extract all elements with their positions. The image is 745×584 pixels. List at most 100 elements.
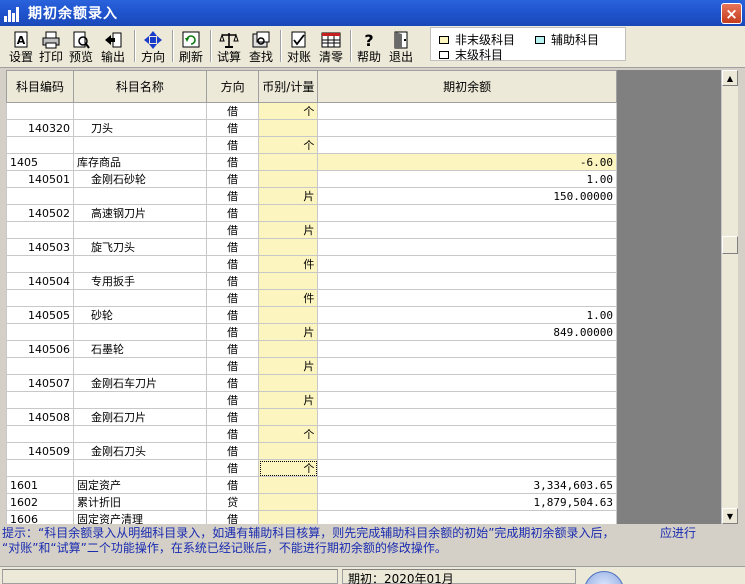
- cell-direction[interactable]: 借: [205, 221, 260, 239]
- cell-name[interactable]: 库存商品: [73, 153, 207, 171]
- cell-amount[interactable]: [317, 204, 617, 222]
- cell-direction[interactable]: 借: [205, 459, 260, 477]
- cell-amount[interactable]: 1.00: [317, 306, 617, 324]
- cell-direction[interactable]: 借: [205, 476, 260, 494]
- cell-unit[interactable]: 个: [258, 102, 319, 120]
- cell-code[interactable]: [6, 255, 74, 273]
- cell-direction[interactable]: 借: [205, 204, 260, 222]
- cell-unit[interactable]: [258, 493, 319, 511]
- cell-unit[interactable]: [258, 272, 319, 290]
- cell-code[interactable]: 140504: [6, 272, 74, 290]
- cell-amount[interactable]: [317, 459, 617, 477]
- cell-code[interactable]: 140508: [6, 408, 74, 426]
- cell-unit[interactable]: 个: [258, 136, 319, 154]
- cell-unit[interactable]: [258, 153, 319, 171]
- table-row[interactable]: 1602 累计折旧贷 1,879,504.63: [6, 493, 617, 511]
- cell-amount[interactable]: 1.00: [317, 170, 617, 188]
- cell-code[interactable]: 140506: [6, 340, 74, 358]
- cell-unit[interactable]: [258, 204, 319, 222]
- cell-direction[interactable]: 借: [205, 238, 260, 256]
- cell-direction[interactable]: 借: [205, 425, 260, 443]
- cell-direction[interactable]: 借: [205, 136, 260, 154]
- table-row[interactable]: 140503 旋飞刀头借: [6, 238, 617, 256]
- cell-name[interactable]: [73, 136, 207, 154]
- cell-name[interactable]: 金刚石刀头: [73, 442, 207, 460]
- cell-unit[interactable]: [258, 374, 319, 392]
- cell-code[interactable]: [6, 289, 74, 307]
- cell-code[interactable]: 140505: [6, 306, 74, 324]
- cell-amount[interactable]: [317, 221, 617, 239]
- header-amount[interactable]: 期初余额: [317, 70, 617, 103]
- cell-amount[interactable]: [317, 391, 617, 409]
- cell-unit[interactable]: 片: [258, 357, 319, 375]
- table-row[interactable]: 借个: [6, 102, 617, 120]
- table-row[interactable]: 140502 高速钢刀片借: [6, 204, 617, 222]
- cell-amount[interactable]: [317, 136, 617, 154]
- table-row[interactable]: 140501 金刚石砂轮借 1.00: [6, 170, 617, 188]
- cell-name[interactable]: 砂轮: [73, 306, 207, 324]
- cell-code[interactable]: 1602: [6, 493, 74, 511]
- cell-name[interactable]: 累计折旧: [73, 493, 207, 511]
- cell-code[interactable]: 1405: [6, 153, 74, 171]
- cell-name[interactable]: 石墨轮: [73, 340, 207, 358]
- cell-name[interactable]: 专用扳手: [73, 272, 207, 290]
- cell-unit[interactable]: [258, 476, 319, 494]
- table-row[interactable]: 1405 库存商品借 -6.00: [6, 153, 617, 171]
- cell-amount[interactable]: [317, 272, 617, 290]
- cell-code[interactable]: 140507: [6, 374, 74, 392]
- cell-code[interactable]: [6, 221, 74, 239]
- preview-button[interactable]: 预览: [68, 28, 94, 64]
- cell-direction[interactable]: 借: [205, 408, 260, 426]
- header-code[interactable]: 科目编码: [6, 70, 74, 103]
- table-row[interactable]: 借件: [6, 289, 617, 307]
- table-row[interactable]: 140507 金刚石车刀片借: [6, 374, 617, 392]
- export-button[interactable]: 输出: [100, 28, 126, 64]
- scroll-thumb[interactable]: [722, 236, 738, 254]
- table-row[interactable]: 140506 石墨轮借: [6, 340, 617, 358]
- cell-direction[interactable]: 借: [205, 340, 260, 358]
- cell-unit[interactable]: [258, 119, 319, 137]
- cell-direction[interactable]: 借: [205, 391, 260, 409]
- cell-unit[interactable]: 片: [258, 221, 319, 239]
- cell-unit[interactable]: [258, 408, 319, 426]
- table-row[interactable]: 140505 砂轮借 1.00: [6, 306, 617, 324]
- cell-name[interactable]: 金刚石砂轮: [73, 170, 207, 188]
- exit-button[interactable]: 退出: [388, 28, 414, 64]
- cell-unit[interactable]: [258, 306, 319, 324]
- table-row[interactable]: 140504 专用扳手借: [6, 272, 617, 290]
- cell-name[interactable]: [73, 357, 207, 375]
- cell-direction[interactable]: 借: [205, 119, 260, 137]
- cell-name[interactable]: 固定资产: [73, 476, 207, 494]
- close-button[interactable]: ×: [721, 3, 742, 24]
- reconcile-button[interactable]: 对账: [286, 28, 312, 64]
- table-row[interactable]: 借片: [6, 221, 617, 239]
- table-row[interactable]: 借件: [6, 255, 617, 273]
- setup-button[interactable]: A 设置: [8, 28, 34, 64]
- cell-amount[interactable]: [317, 238, 617, 256]
- cell-code[interactable]: 140502: [6, 204, 74, 222]
- cell-direction[interactable]: 借: [205, 272, 260, 290]
- cell-code[interactable]: [6, 187, 74, 205]
- cell-direction[interactable]: 借: [205, 289, 260, 307]
- cell-name[interactable]: [73, 391, 207, 409]
- cell-amount[interactable]: -6.00: [317, 153, 617, 171]
- cell-unit[interactable]: [258, 238, 319, 256]
- cell-direction[interactable]: 借: [205, 357, 260, 375]
- cell-unit[interactable]: 个: [258, 425, 319, 443]
- table-row[interactable]: 借片: [6, 357, 617, 375]
- cell-amount[interactable]: [317, 357, 617, 375]
- find-button[interactable]: 查找: [248, 28, 274, 64]
- header-name[interactable]: 科目名称: [73, 70, 207, 103]
- cell-unit[interactable]: [258, 510, 319, 524]
- cell-unit[interactable]: 件: [258, 289, 319, 307]
- table-row[interactable]: 1601 固定资产借 3,334,603.65: [6, 476, 617, 494]
- table-row[interactable]: 借片: [6, 391, 617, 409]
- cell-code[interactable]: 140503: [6, 238, 74, 256]
- refresh-button[interactable]: 刷新: [178, 28, 204, 64]
- opening-balance-grid[interactable]: 科目编码 科目名称 方向 币别/计量 期初余额 借个 140320 刀头借借个 140…: [6, 70, 617, 524]
- cell-unit[interactable]: 件: [258, 255, 319, 273]
- help-button[interactable]: ? 帮助: [356, 28, 382, 64]
- cell-code[interactable]: [6, 136, 74, 154]
- cell-code[interactable]: 140509: [6, 442, 74, 460]
- cell-amount[interactable]: [317, 340, 617, 358]
